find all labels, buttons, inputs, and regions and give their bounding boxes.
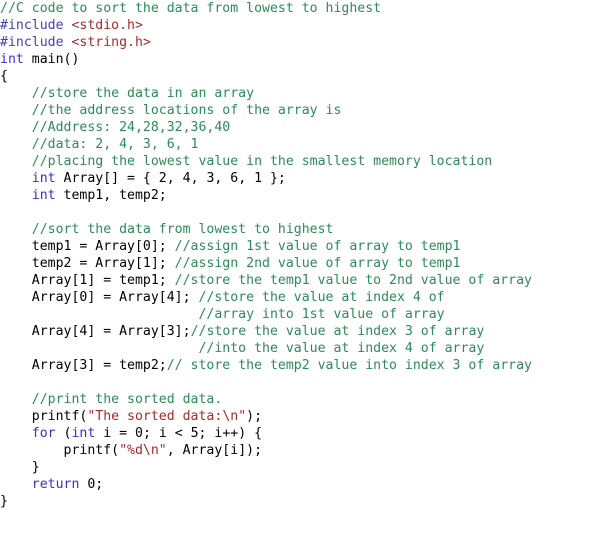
- code-line: int main(): [0, 51, 590, 68]
- code-token-comment: //into the value at index 4 of array: [0, 341, 485, 356]
- code-token-plain: Array[4] = Array[3];: [0, 324, 191, 339]
- code-token-plain: (: [55, 426, 72, 441]
- code-line: //array into 1st value of array: [0, 306, 590, 323]
- code-token-comment: // store the temp2 value into index 3 of…: [166, 358, 532, 373]
- code-line: printf("The sorted data:\n");: [0, 408, 590, 425]
- code-line: //into the value at index 4 of array: [0, 340, 590, 357]
- code-token-plain: main(): [23, 52, 80, 67]
- code-line: for (int i = 0; i < 5; i++) {: [0, 425, 590, 442]
- code-line: //the address locations of the array is: [0, 102, 590, 119]
- code-token-keyword: return: [31, 477, 80, 492]
- code-token-comment: //data: 2, 4, 3, 6, 1: [0, 137, 199, 152]
- code-token-comment: //array into 1st value of array: [0, 307, 445, 322]
- code-line: //data: 2, 4, 3, 6, 1: [0, 136, 590, 153]
- code-token-plain: , Array[i]);: [166, 443, 263, 458]
- code-line: //print the sorted data.: [0, 391, 590, 408]
- code-token-string: "%d\n": [119, 443, 167, 458]
- code-token-keyword: int: [31, 171, 56, 186]
- code-line: return 0;: [0, 476, 590, 493]
- code-line: Array[4] = Array[3];//store the value at…: [0, 323, 590, 340]
- code-token-comment: //store the value at index 4 of: [198, 290, 445, 305]
- code-token-plain: Array[] = { 2, 4, 3, 6, 1 };: [55, 171, 286, 186]
- code-line: printf("%d\n", Array[i]);: [0, 442, 590, 459]
- code-token-comment: //assign 1st value of array to temp1: [174, 239, 461, 254]
- code-token-header: <string.h>: [71, 35, 151, 50]
- code-token-comment: //store the value at index 3 of array: [190, 324, 485, 339]
- code-token-plain: {: [0, 69, 8, 84]
- code-token-comment: //store the data in an array: [0, 86, 255, 101]
- code-editor-view[interactable]: //C code to sort the data from lowest to…: [0, 0, 590, 545]
- code-token-string: "The sorted data:\n": [87, 409, 247, 424]
- code-token-plain: i = 0; i < 5; i++) {: [95, 426, 263, 441]
- code-token-plain: temp1, temp2;: [55, 188, 167, 203]
- code-line: int Array[] = { 2, 4, 3, 6, 1 };: [0, 170, 590, 187]
- code-token-plain: );: [246, 409, 263, 424]
- code-line: //C code to sort the data from lowest to…: [0, 0, 590, 17]
- code-token-comment: //print the sorted data.: [0, 392, 223, 407]
- code-token-comment: //assign 2nd value of array to temp1: [174, 256, 461, 271]
- code-token-keyword: int: [0, 52, 24, 67]
- code-line: int temp1, temp2;: [0, 187, 590, 204]
- code-line: //store the data in an array: [0, 85, 590, 102]
- code-token-plain: printf(: [0, 443, 120, 458]
- code-token-plain: Array[3] = temp2;: [0, 358, 167, 373]
- code-line: #include <stdio.h>: [0, 17, 590, 34]
- code-token-plain: }: [0, 494, 8, 509]
- code-token-preproc: #include: [0, 35, 64, 50]
- code-token-plain: Array[1] = temp1;: [0, 273, 175, 288]
- code-token-keyword: for: [31, 426, 56, 441]
- code-token-plain: printf(: [0, 409, 88, 424]
- code-token-comment: //the address locations of the array is: [0, 103, 342, 118]
- code-line: {: [0, 68, 590, 85]
- code-line: //Address: 24,28,32,36,40: [0, 119, 590, 136]
- code-line: Array[1] = temp1; //store the temp1 valu…: [0, 272, 590, 289]
- code-line: Array[0] = Array[4]; //store the value a…: [0, 289, 590, 306]
- code-line: }: [0, 493, 590, 510]
- code-token-plain: Array[0] = Array[4];: [0, 290, 199, 305]
- code-token-plain: temp1 = Array[0];: [0, 239, 175, 254]
- code-line: Array[3] = temp2;// store the temp2 valu…: [0, 357, 590, 374]
- code-token-comment: //store the temp1 value to 2nd value of …: [174, 273, 532, 288]
- code-token-plain: temp2 = Array[1];: [0, 256, 175, 271]
- code-token-comment: //Address: 24,28,32,36,40: [0, 120, 231, 135]
- code-token-header: <stdio.h>: [71, 18, 143, 33]
- code-line: }: [0, 459, 590, 476]
- code-line: //sort the data from lowest to highest: [0, 221, 590, 238]
- code-token-keyword: int: [71, 426, 96, 441]
- code-line: temp1 = Array[0]; //assign 1st value of …: [0, 238, 590, 255]
- code-token-preproc: #include: [0, 18, 64, 33]
- code-line: temp2 = Array[1]; //assign 2nd value of …: [0, 255, 590, 272]
- code-token-comment: //sort the data from lowest to highest: [0, 222, 334, 237]
- code-line: //placing the lowest value in the smalle…: [0, 153, 590, 170]
- code-line: #include <string.h>: [0, 34, 590, 51]
- code-token-keyword: int: [31, 188, 56, 203]
- code-token-plain: 0;: [79, 477, 104, 492]
- code-token-comment: //placing the lowest value in the smalle…: [0, 154, 493, 169]
- code-token-comment: //C code to sort the data from lowest to…: [0, 1, 382, 16]
- code-token-plain: }: [0, 460, 40, 475]
